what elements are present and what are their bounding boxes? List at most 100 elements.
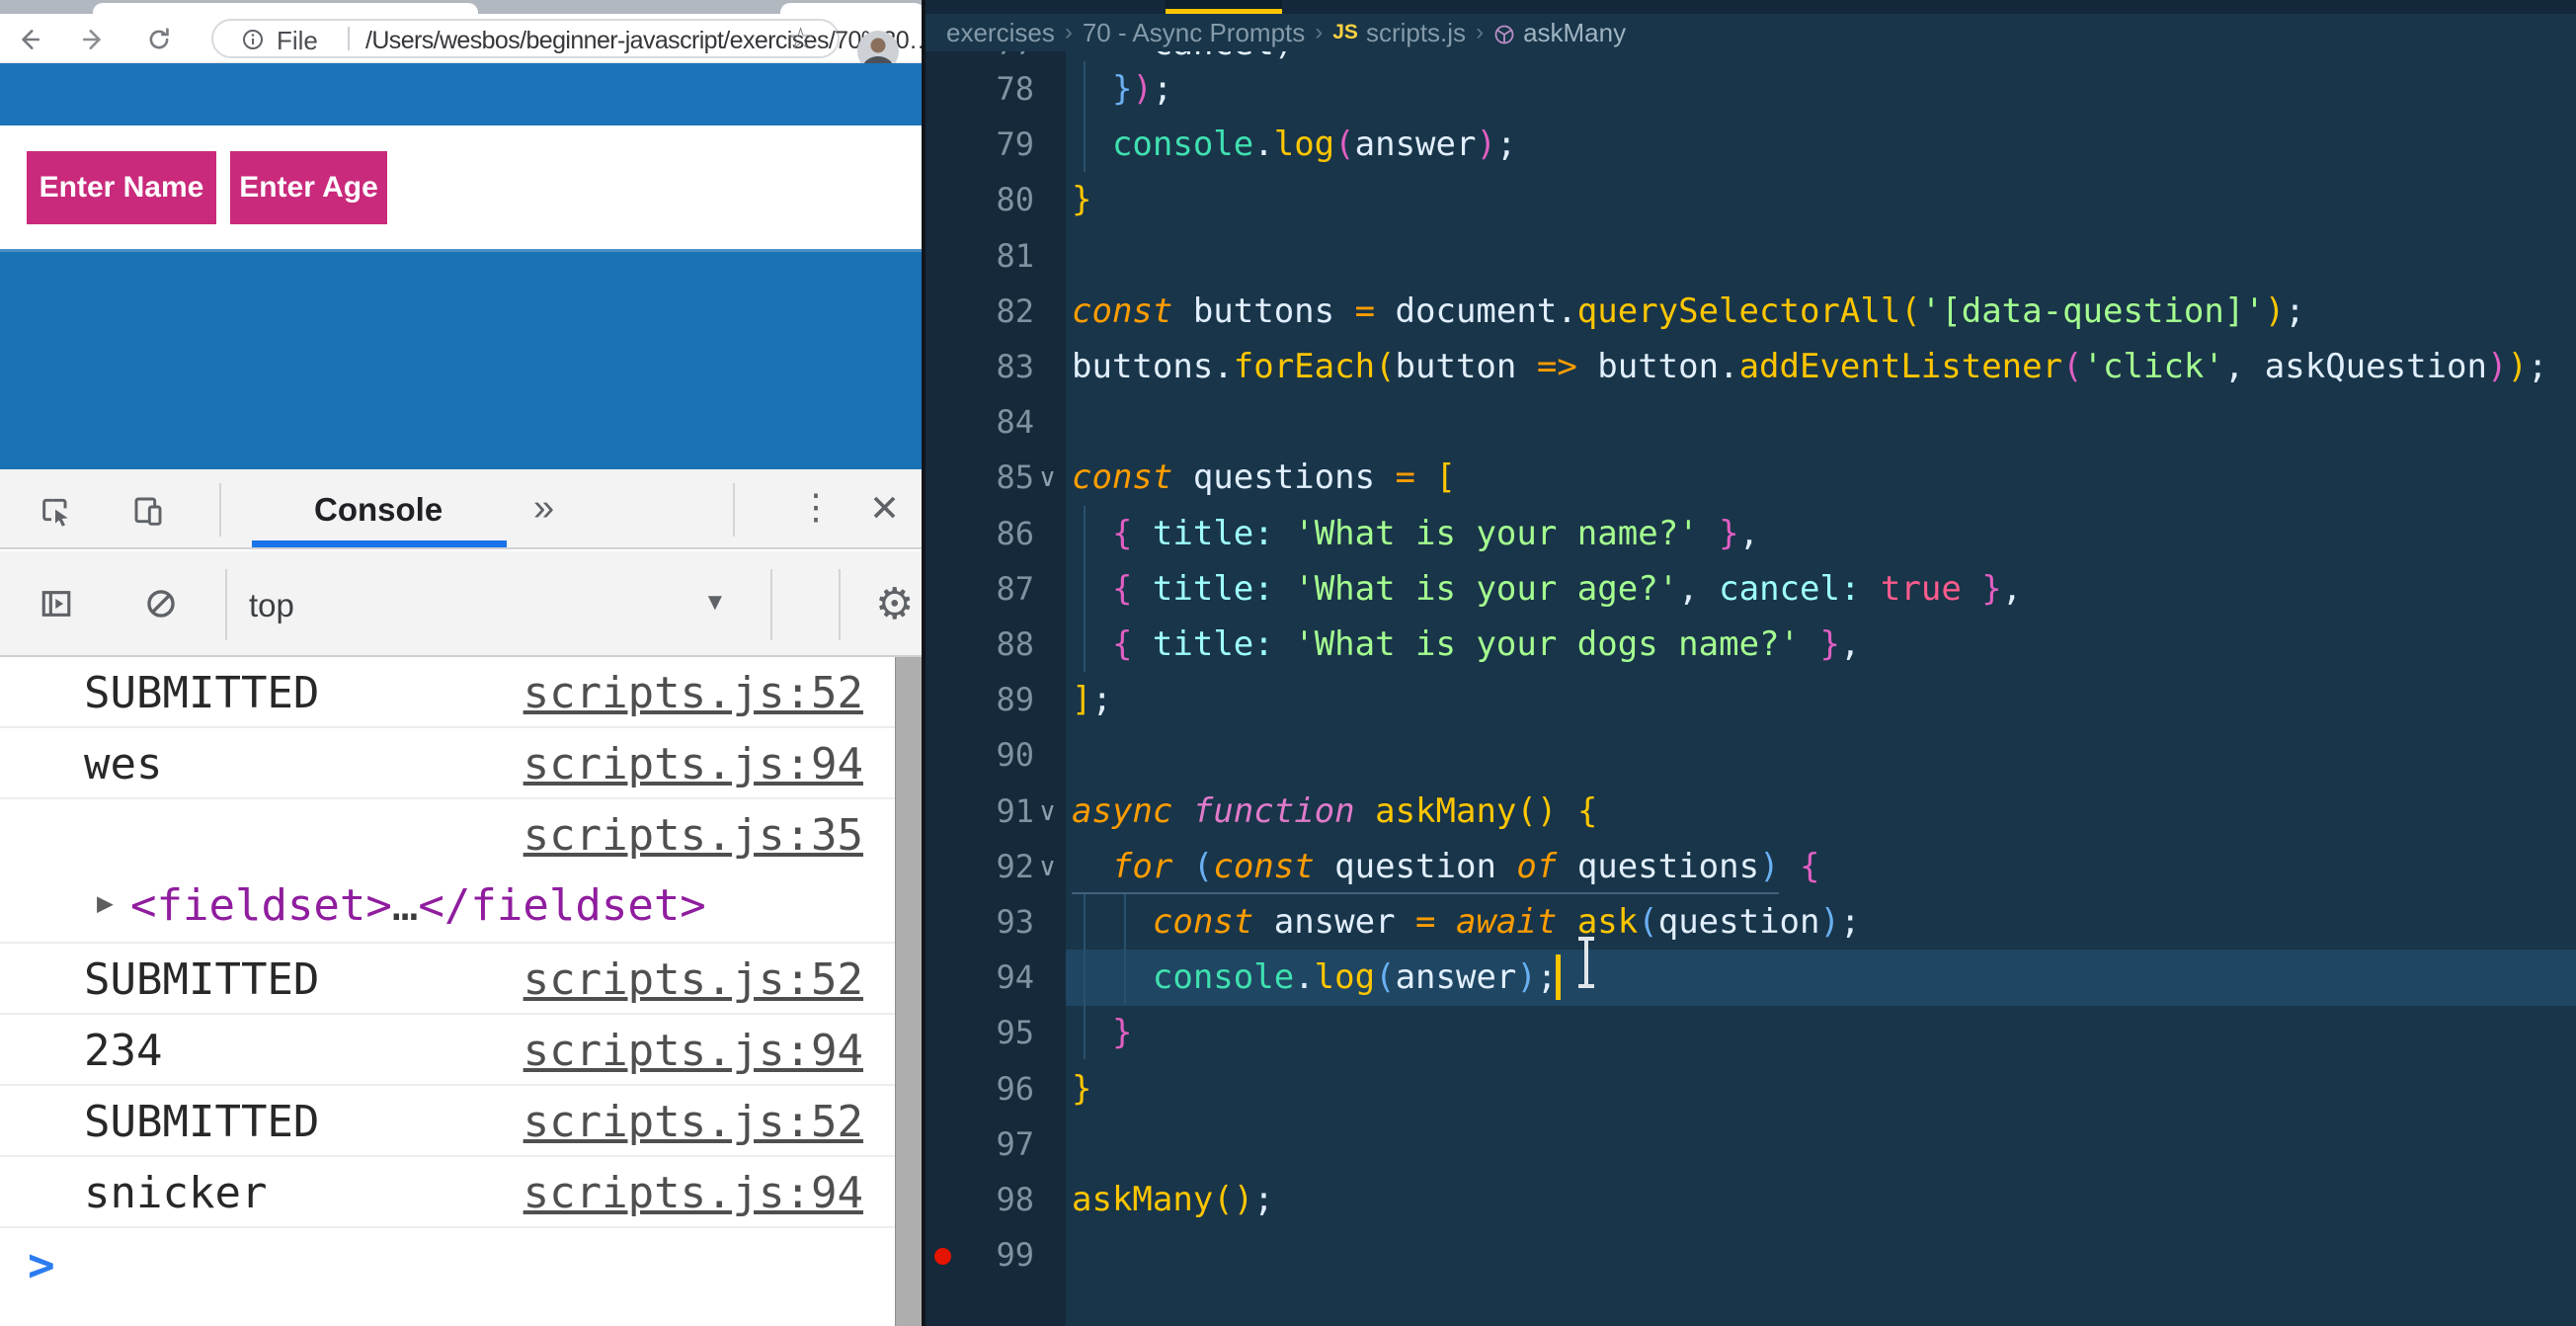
reload-icon[interactable] <box>146 27 172 52</box>
breadcrumb-folder[interactable]: 70 - Async Prompts <box>1083 18 1305 48</box>
source-link[interactable]: scripts.js:52 <box>523 954 863 1005</box>
browser-second-tab[interactable] <box>780 3 925 14</box>
line-number[interactable]: 84 <box>926 394 1034 451</box>
line-number[interactable]: 83 <box>926 339 1034 395</box>
code-text: { title: 'What is your age?', cancel: tr… <box>1072 561 2022 618</box>
device-toolbar-icon[interactable] <box>132 495 164 527</box>
console-row: snickerscripts.js:94 <box>0 1157 925 1228</box>
line-number[interactable]: 98 <box>926 1172 1034 1228</box>
console-settings-gear-icon[interactable]: ⚙ <box>875 579 914 629</box>
browser-toolbar: File /Users/wesbos/beginner-javascript/e… <box>0 14 925 63</box>
line-number[interactable]: 85 <box>926 450 1034 506</box>
source-link[interactable]: scripts.js:94 <box>523 1168 863 1218</box>
devtools-panel: Console » ⋮ ✕ top ▼ ⚙ <box>0 469 925 1326</box>
clear-console-icon[interactable] <box>144 587 178 621</box>
line-number[interactable]: 96 <box>926 1061 1034 1118</box>
line-number[interactable]: 95 <box>926 1005 1034 1061</box>
context-dropdown-icon[interactable]: ▼ <box>703 589 727 617</box>
line-number[interactable]: 82 <box>926 284 1034 340</box>
chevron-right-icon: › <box>1466 19 1493 46</box>
more-tabs-icon[interactable]: » <box>533 487 554 530</box>
breadcrumb-folder[interactable]: exercises <box>946 18 1055 48</box>
console-row: wesscripts.js:94 <box>0 728 925 799</box>
forward-icon[interactable] <box>81 27 107 52</box>
code-line-97[interactable]: 97 <box>926 1117 2576 1173</box>
source-link[interactable]: scripts.js:35 <box>523 810 863 861</box>
code-line-88[interactable]: 88 { title: 'What is your dogs name?' }, <box>926 617 2576 673</box>
console-row: SUBMITTEDscripts.js:52 <box>0 657 925 728</box>
dom-element-preview[interactable]: <fieldset>…</fieldset> <box>130 880 706 931</box>
kebab-menu-icon[interactable]: ⋮ <box>798 486 834 528</box>
enter-age-label: Enter Age <box>239 171 378 205</box>
line-number[interactable]: 97 <box>926 1117 1034 1173</box>
browser-window: File /Users/wesbos/beginner-javascript/e… <box>0 0 925 1326</box>
console-prompt[interactable]: > <box>0 1228 925 1301</box>
line-number[interactable]: 86 <box>926 506 1034 562</box>
console-row: SUBMITTEDscripts.js:52 <box>0 1086 925 1157</box>
source-link[interactable]: scripts.js:94 <box>523 739 863 789</box>
code-line-81[interactable]: 81 <box>926 228 2576 285</box>
bookmark-star-icon[interactable]: ☆ <box>787 22 814 56</box>
enter-age-button[interactable]: Enter Age <box>230 151 387 224</box>
code-line-99[interactable]: 99 <box>926 1227 2576 1284</box>
line-number[interactable]: 91 <box>926 784 1034 840</box>
chevron-right-icon: › <box>1305 19 1332 46</box>
inspect-element-icon[interactable] <box>40 495 71 527</box>
code-line-87[interactable]: 87 { title: 'What is your age?', cancel:… <box>926 561 2576 618</box>
line-number[interactable]: 87 <box>926 561 1034 618</box>
close-devtools-icon[interactable]: ✕ <box>869 487 900 530</box>
line-number[interactable]: 78 <box>926 61 1034 118</box>
code-text: for (const question of questions) { <box>1072 839 1820 895</box>
expand-triangle-icon[interactable]: ▶ <box>97 886 114 919</box>
breadcrumb-symbol[interactable]: askMany <box>1523 18 1626 48</box>
code-line-95[interactable]: 95 } <box>926 1005 2576 1061</box>
source-link[interactable]: scripts.js:52 <box>523 1097 863 1147</box>
fold-chevron-icon[interactable]: ∨ <box>1038 839 1057 895</box>
code-line-82[interactable]: 82const buttons = document.querySelector… <box>926 284 2576 340</box>
line-number[interactable]: 81 <box>926 228 1034 285</box>
code-line-98[interactable]: 98askMany(); <box>926 1172 2576 1228</box>
line-number[interactable]: 79 <box>926 117 1034 173</box>
js-file-icon: JS <box>1332 21 1366 44</box>
code-line-83[interactable]: 83 buttons.forEach(button => button.addEv… <box>926 339 2576 395</box>
console-sidebar-icon[interactable] <box>40 587 73 621</box>
code-line-78[interactable]: 78 }); <box>926 61 2576 118</box>
fold-chevron-icon[interactable]: ∨ <box>1038 450 1057 506</box>
code-line-93[interactable]: 93 const answer = await ask(question); <box>926 894 2576 951</box>
fold-chevron-icon[interactable]: ∨ <box>1038 784 1057 840</box>
line-number[interactable]: 92 <box>926 839 1034 895</box>
page-info-icon[interactable] <box>241 28 265 51</box>
back-icon[interactable] <box>16 27 41 52</box>
code-line-92[interactable]: 92∨ for (const question of questions) { <box>926 839 2576 895</box>
line-number[interactable]: 89 <box>926 672 1034 728</box>
console-scrollbar[interactable] <box>895 657 923 1326</box>
devtools-console-toolbar: top ▼ ⚙ <box>0 551 925 657</box>
line-number[interactable]: 90 <box>926 727 1034 784</box>
code-line-89[interactable]: 89]; <box>926 672 2576 728</box>
line-number[interactable]: 93 <box>926 894 1034 951</box>
code-line-79[interactable]: 79 console.log(answer); <box>926 117 2576 173</box>
console-log-value: 234 <box>84 1026 162 1076</box>
browser-active-tab[interactable] <box>93 3 478 14</box>
code-text: buttons.forEach(button => button.addEven… <box>1072 339 2547 395</box>
console-rows: SUBMITTEDscripts.js:52wesscripts.js:94sc… <box>0 657 925 1301</box>
code-line-94[interactable]: 94 console.log(answer); <box>926 950 2576 1006</box>
address-bar[interactable]: File /Users/wesbos/beginner-javascript/e… <box>211 19 840 58</box>
breadcrumb-file[interactable]: scripts.js <box>1366 18 1466 48</box>
line-number[interactable]: 80 <box>926 172 1034 228</box>
context-selector[interactable]: top <box>249 587 294 624</box>
line-number[interactable]: 94 <box>926 950 1034 1006</box>
code-line-85[interactable]: 85∨const questions = [ <box>926 450 2576 506</box>
tab-console[interactable]: Console <box>314 491 443 529</box>
source-link[interactable]: scripts.js:94 <box>523 1026 863 1076</box>
url-text[interactable]: /Users/wesbos/beginner-javascript/exerci… <box>365 27 932 55</box>
enter-name-button[interactable]: Enter Name <box>27 151 216 224</box>
code-line-90[interactable]: 90 <box>926 727 2576 784</box>
code-line-86[interactable]: 86 { title: 'What is your name?' }, <box>926 506 2576 562</box>
code-line-80[interactable]: 80} <box>926 172 2576 228</box>
line-number[interactable]: 88 <box>926 617 1034 673</box>
code-line-84[interactable]: 84 <box>926 394 2576 451</box>
code-line-96[interactable]: 96} <box>926 1061 2576 1118</box>
source-link[interactable]: scripts.js:52 <box>523 668 863 718</box>
code-line-91[interactable]: 91∨async function askMany() { <box>926 784 2576 840</box>
